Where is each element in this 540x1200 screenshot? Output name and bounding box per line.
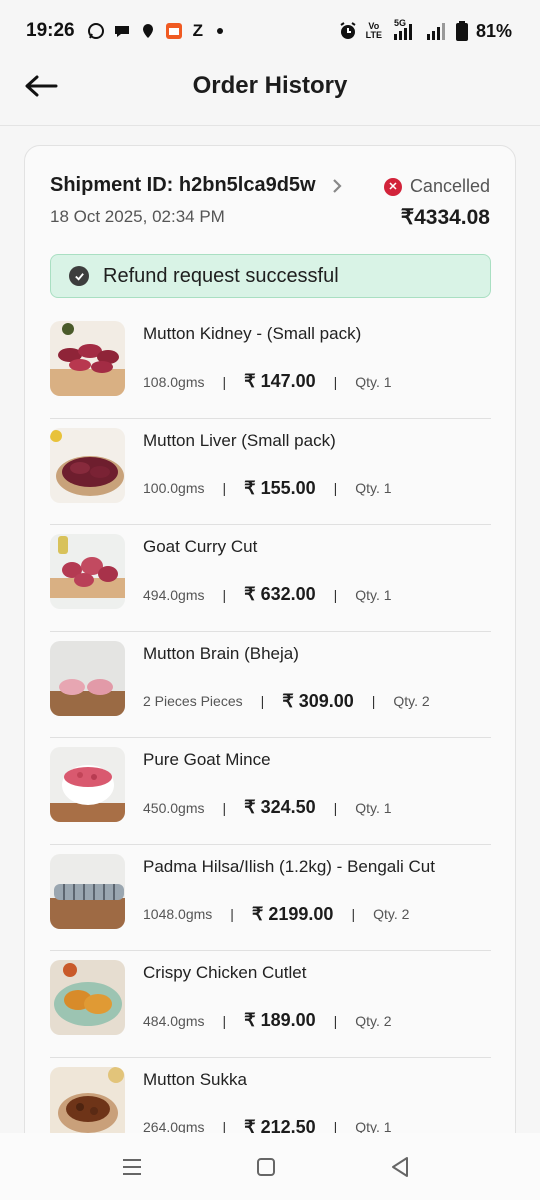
- separator: |: [333, 373, 338, 390]
- product-image: [50, 853, 125, 929]
- item-name: Mutton Sukka: [143, 1069, 247, 1089]
- item-price: ₹ 309.00: [282, 690, 354, 711]
- product-image: [50, 960, 125, 1035]
- item-name: Mutton Liver (Small pack): [143, 430, 336, 450]
- separator: |: [333, 1012, 338, 1029]
- item-quantity: Qty. 2: [373, 906, 410, 922]
- clock: 19:26: [26, 20, 75, 41]
- alarm-icon: [340, 22, 356, 39]
- battery-percent: 81%: [475, 20, 512, 41]
- shipment-card: Shipment ID: h2bn5lca9d5w ✕ Cancelled 18…: [24, 145, 516, 1155]
- whatsapp-icon: [87, 23, 104, 39]
- cancel-icon: ✕: [383, 177, 402, 196]
- separator: |: [222, 373, 227, 390]
- status-bar: 19:26 Z Vo LTE 5G 81%: [0, 0, 540, 62]
- refund-message: Refund request successful: [103, 264, 339, 287]
- separator: |: [333, 586, 338, 603]
- item-quantity: Qty. 1: [355, 586, 392, 603]
- product-image: [50, 640, 125, 716]
- product-image: [50, 427, 125, 503]
- item-weight: 108.0gms: [143, 373, 205, 390]
- order-item[interactable]: Goat Curry Cut 494.0gms | ₹ 632.00 | Qty. 1: [50, 525, 491, 632]
- chat-icon: [114, 26, 129, 37]
- item-quantity: Qty. 1: [355, 373, 392, 390]
- item-quantity: Qty. 2: [393, 693, 430, 709]
- item-price: ₹ 189.00: [244, 1010, 316, 1030]
- location-icon: [142, 24, 153, 38]
- shipment-id-link[interactable]: Shipment ID: h2bn5lca9d5w: [50, 174, 344, 197]
- order-item[interactable]: Mutton Kidney - (Small pack) 108.0gms | ₹ 1…: [50, 312, 491, 419]
- separator: |: [371, 693, 376, 709]
- item-price: ₹ 147.00: [244, 371, 316, 391]
- item-weight: 1048.0gms: [143, 906, 213, 922]
- item-meta: 1048.0gms | ₹ 2199.00 | Qty. 2: [143, 904, 409, 925]
- volte-indicator: Vo LTE: [365, 21, 382, 40]
- item-weight: 494.0gms: [143, 586, 205, 603]
- separator: |: [222, 480, 227, 496]
- separator: |: [333, 799, 338, 816]
- product-image: [50, 747, 125, 822]
- product-image: [50, 321, 125, 396]
- more-notifications-dot: [217, 28, 223, 34]
- item-weight: 484.0gms: [143, 1012, 205, 1029]
- battery-icon: [455, 21, 468, 41]
- signal-icon: [426, 23, 445, 40]
- order-item[interactable]: Padma Hilsa/Ilish (1.2kg) - Bengali Cut 1…: [50, 845, 491, 951]
- signal-5g-icon: 5G: [390, 19, 418, 41]
- item-meta: 484.0gms | ₹ 189.00 | Qty. 2: [143, 1010, 392, 1031]
- item-weight: 2 Pieces Pieces: [143, 693, 243, 709]
- separator: |: [333, 480, 338, 496]
- item-name: Mutton Kidney - (Small pack): [143, 324, 362, 343]
- status-label: Cancelled: [409, 176, 490, 196]
- shipment-total: ₹4334.08: [400, 206, 490, 229]
- separator: |: [222, 586, 227, 603]
- status-badge: ✕ Cancelled: [383, 176, 490, 197]
- item-name: Padma Hilsa/Ilish (1.2kg) - Bengali Cut: [143, 856, 435, 876]
- order-item[interactable]: Mutton Liver (Small pack) 100.0gms | ₹ 155.…: [50, 419, 491, 525]
- separator: |: [222, 799, 227, 816]
- recent-apps-icon[interactable]: [120, 1155, 144, 1179]
- shipment-date: 18 Oct 2025, 02:34 PM: [50, 207, 225, 226]
- item-quantity: Qty. 2: [355, 1012, 392, 1029]
- item-meta: 2 Pieces Pieces | ₹ 309.00 | Qty. 2: [143, 691, 430, 712]
- check-circle-icon: [69, 266, 89, 286]
- item-price: ₹ 155.00: [244, 477, 316, 498]
- separator: |: [230, 906, 234, 922]
- item-quantity: Qty. 1: [355, 799, 392, 816]
- back-nav-icon[interactable]: [388, 1155, 412, 1179]
- item-name: Goat Curry Cut: [143, 537, 258, 556]
- separator: |: [351, 906, 356, 922]
- separator: |: [260, 693, 265, 709]
- order-item[interactable]: Crispy Chicken Cutlet 484.0gms | ₹ 189.00 | Q…: [50, 951, 491, 1058]
- app-header: Order History: [0, 62, 540, 126]
- item-meta: 494.0gms | ₹ 632.00 | Qty. 1: [143, 584, 392, 605]
- order-items-list: Mutton Kidney - (Small pack) 108.0gms | ₹ 1…: [50, 312, 491, 1154]
- separator: |: [222, 1012, 227, 1029]
- item-name: Crispy Chicken Cutlet: [143, 963, 307, 982]
- page-title: Order History: [192, 72, 348, 99]
- shipment-id: Shipment ID: h2bn5lca9d5w: [50, 174, 316, 196]
- refund-banner: Refund request successful: [50, 254, 491, 298]
- item-meta: 450.0gms | ₹ 324.50 | Qty. 1: [143, 797, 392, 818]
- item-price: ₹ 2199.00: [251, 903, 334, 924]
- item-price: ₹ 632.00: [244, 584, 316, 604]
- order-item[interactable]: Mutton Brain (Bheja) 2 Pieces Pieces | ₹ 30…: [50, 632, 491, 738]
- item-price: ₹ 324.50: [244, 797, 316, 817]
- item-name: Mutton Brain (Bheja): [143, 643, 299, 663]
- app-notification-icon: [165, 23, 182, 39]
- order-item[interactable]: Pure Goat Mince 450.0gms | ₹ 324.50 | Qty. 1: [50, 738, 491, 845]
- z-app-icon: Z: [192, 21, 203, 40]
- item-weight: 450.0gms: [143, 799, 205, 816]
- item-meta: 100.0gms | ₹ 155.00 | Qty. 1: [143, 478, 392, 499]
- product-image: [50, 1066, 125, 1142]
- home-icon[interactable]: [254, 1155, 278, 1179]
- item-meta: 108.0gms | ₹ 147.00 | Qty. 1: [143, 371, 392, 392]
- product-image: [50, 534, 125, 609]
- item-name: Pure Goat Mince: [143, 750, 271, 769]
- chevron-right-icon: [332, 178, 342, 193]
- item-weight: 100.0gms: [143, 480, 205, 496]
- system-nav-bar: [0, 1133, 540, 1200]
- item-quantity: Qty. 1: [355, 480, 392, 496]
